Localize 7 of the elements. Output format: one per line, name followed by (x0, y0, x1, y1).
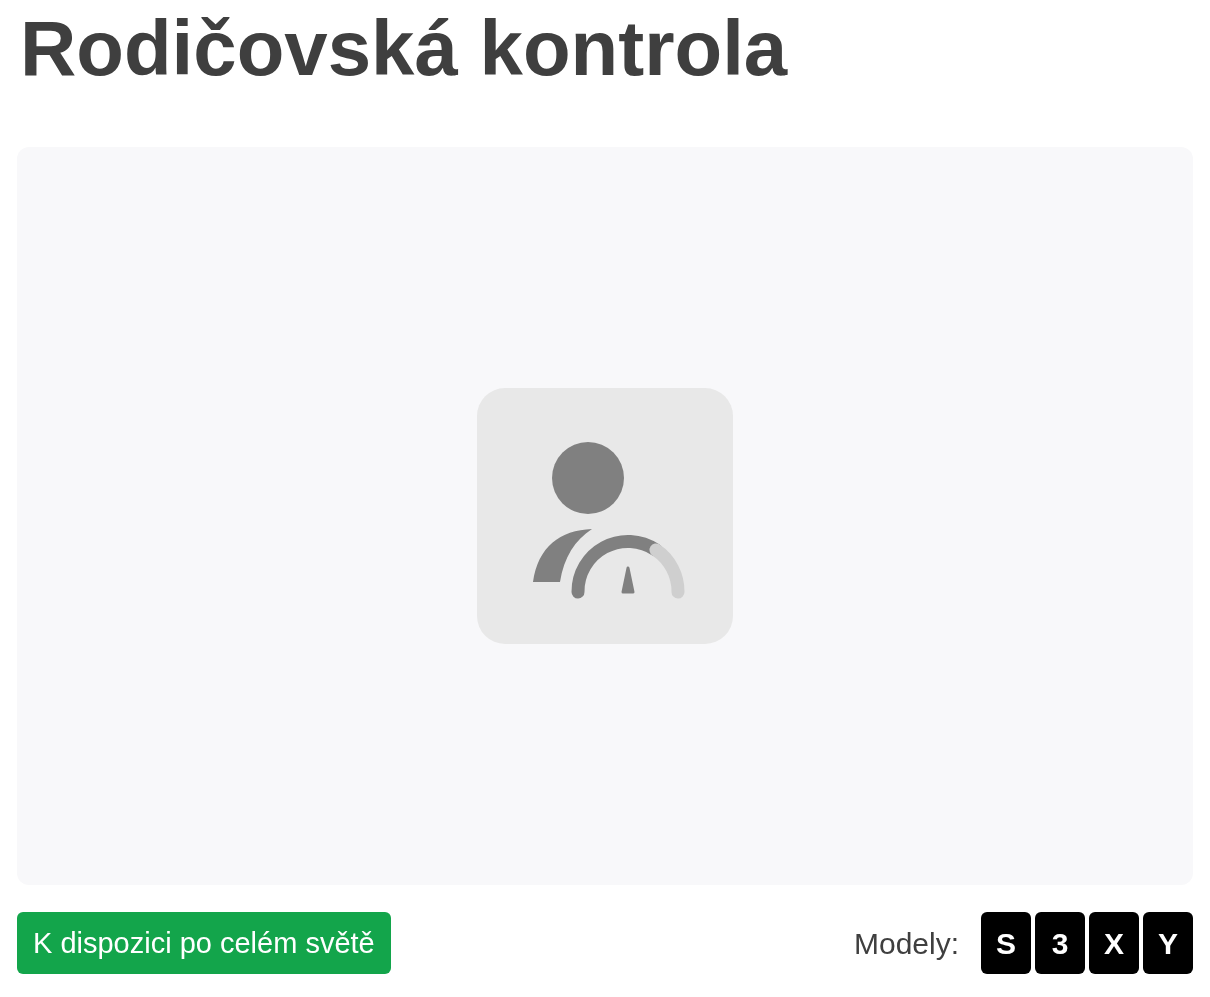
model-badge: 3 (1035, 912, 1085, 974)
model-badge: S (981, 912, 1031, 974)
page-title: Rodičovská kontrola (19, 3, 788, 94)
model-badge: Y (1143, 912, 1193, 974)
model-badge: X (1089, 912, 1139, 974)
availability-badge: K dispozici po celém světě (17, 912, 391, 974)
models-label: Modely: (853, 925, 959, 962)
